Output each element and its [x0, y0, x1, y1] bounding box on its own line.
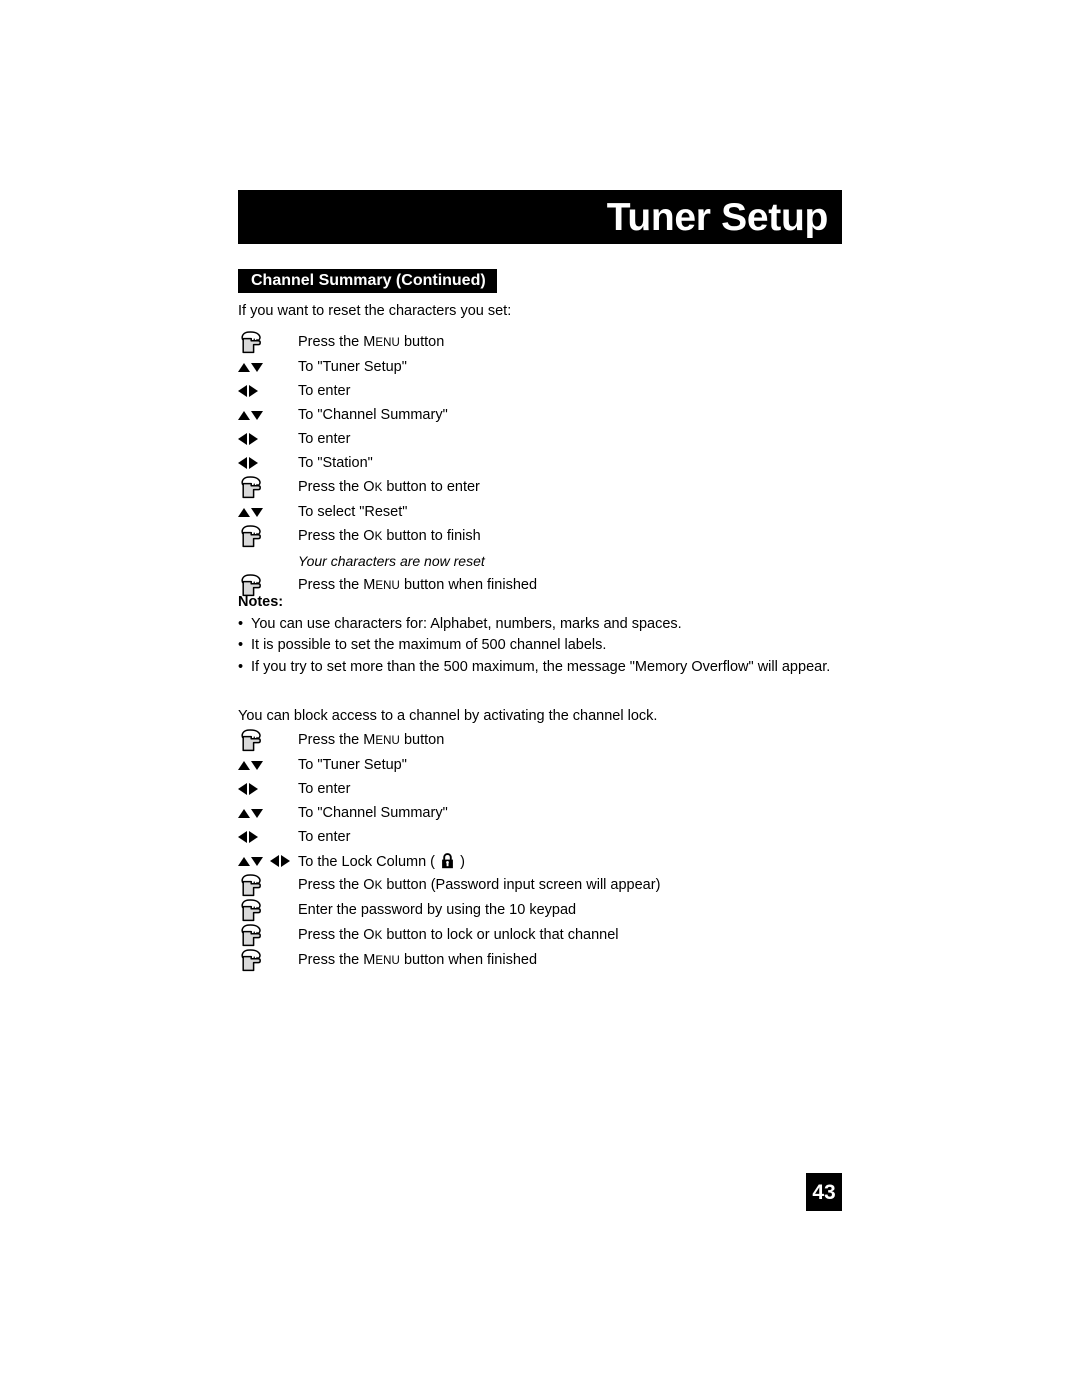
bullet-icon: • [238, 637, 244, 653]
left-right-arrows-icon [238, 777, 298, 801]
step-text: To select "Reset" [298, 503, 408, 520]
note-text: You can use characters for: Alphabet, nu… [251, 615, 682, 632]
step-row: To enter [238, 427, 537, 451]
press-hand-icon [238, 475, 298, 500]
up-down-arrows-icon [238, 355, 298, 379]
step-row: Your characters are now reset [238, 549, 537, 573]
up-down-arrows-icon [238, 753, 298, 777]
bullet-icon: • [238, 615, 244, 632]
step-row: Press the OK button to finish [238, 524, 537, 549]
step-text: Press the OK button (Password input scre… [298, 877, 661, 894]
step-text: To "Channel Summary" [298, 406, 448, 423]
section-banner-label: Channel Summary (Continued) [251, 272, 486, 289]
document-page: Tuner Setup Channel Summary (Continued) … [0, 0, 1080, 1397]
step-row: To the Lock Column ( ) [238, 849, 660, 873]
note-item: • If you try to set more than the 500 max… [238, 658, 831, 675]
left-right-arrows-icon [238, 427, 298, 451]
page-number: 43 [806, 1173, 842, 1211]
step-row: To "Channel Summary" [238, 801, 660, 825]
notes-list: • You can use characters for: Alphabet, n… [238, 615, 831, 675]
step-marker-empty [238, 549, 298, 573]
note-text: If you try to set more than the 500 maxi… [251, 658, 831, 675]
left-right-arrows-icon [238, 451, 298, 475]
lock-section-lead: You can block access to a channel by act… [238, 708, 658, 724]
up-down-arrows-icon [238, 801, 298, 825]
step-row: Press the OK button to enter [238, 475, 537, 500]
press-hand-icon [238, 728, 298, 753]
step-text: To enter [298, 430, 351, 447]
step-text: Press the OK button to finish [298, 528, 481, 545]
press-hand-icon [238, 330, 298, 355]
press-hand-icon [238, 873, 298, 898]
step-text: Press the OK button to enter [298, 479, 480, 496]
notes-title: Notes: [238, 594, 284, 610]
step-row: To "Channel Summary" [238, 403, 537, 427]
step-text: To the Lock Column ( ) [298, 852, 465, 870]
step-row: Press the MENU button [238, 728, 660, 753]
step-text: Enter the password by using the 10 keypa… [298, 902, 577, 919]
step-row: To enter [238, 777, 660, 801]
step-result-text: Your characters are now reset [298, 553, 485, 569]
step-row: Press the MENU button when finished [238, 948, 660, 973]
reset-section-lead: If you want to reset the characters you … [238, 303, 512, 319]
step-text: Press the OK button to lock or unlock th… [298, 927, 619, 944]
page-title-bar: Tuner Setup [238, 190, 842, 244]
step-text: Press the MENU button [298, 732, 445, 749]
step-text: To enter [298, 780, 351, 797]
step-row: Enter the password by using the 10 keypa… [238, 898, 660, 923]
step-text: To "Tuner Setup" [298, 756, 407, 773]
step-text: To "Tuner Setup" [298, 358, 407, 375]
up-down-arrows-icon [238, 500, 298, 524]
reset-section-steps: Press the MENU button To "Tuner Setup" To … [238, 330, 537, 598]
step-text: To enter [298, 828, 351, 845]
note-item: • It is possible to set the maximum of 50… [238, 638, 830, 653]
step-row: To "Tuner Setup" [238, 753, 660, 777]
press-hand-icon [238, 948, 298, 973]
step-text: To enter [298, 382, 351, 399]
step-row: To "Station" [238, 451, 537, 475]
four-way-arrows-icon [238, 849, 298, 873]
up-down-arrows-icon [238, 403, 298, 427]
step-row: To select "Reset" [238, 500, 537, 524]
step-row: To enter [238, 825, 660, 849]
lock-section-steps: Press the MENU button To "Tuner Setup" To … [238, 728, 660, 973]
step-row: To "Tuner Setup" [238, 355, 537, 379]
page-title: Tuner Setup [606, 195, 829, 239]
bullet-icon: • [238, 658, 244, 675]
press-hand-icon [238, 524, 298, 549]
step-text: Press the MENU button [298, 334, 445, 351]
step-text: To "Channel Summary" [298, 804, 448, 821]
press-hand-icon [238, 898, 298, 923]
step-row: Press the OK button to lock or unlock th… [238, 923, 660, 948]
press-hand-icon [238, 923, 298, 948]
left-right-arrows-icon [238, 825, 298, 849]
section-banner: Channel Summary (Continued) [238, 269, 497, 293]
left-right-arrows-icon [238, 379, 298, 403]
step-row: Press the MENU button [238, 330, 537, 355]
step-row: Press the OK button (Password input scre… [238, 873, 660, 898]
step-row: To enter [238, 379, 537, 403]
step-text: Press the MENU button when finished [298, 577, 538, 594]
step-text: Press the MENU button when finished [298, 952, 538, 969]
note-item: • You can use characters for: Alphabet, n… [238, 615, 830, 632]
notes-block: Notes: • You can use characters for: Alph… [238, 595, 830, 681]
note-text: It is possible to set the maximum of 500… [251, 637, 607, 653]
step-text: To "Station" [298, 454, 373, 471]
